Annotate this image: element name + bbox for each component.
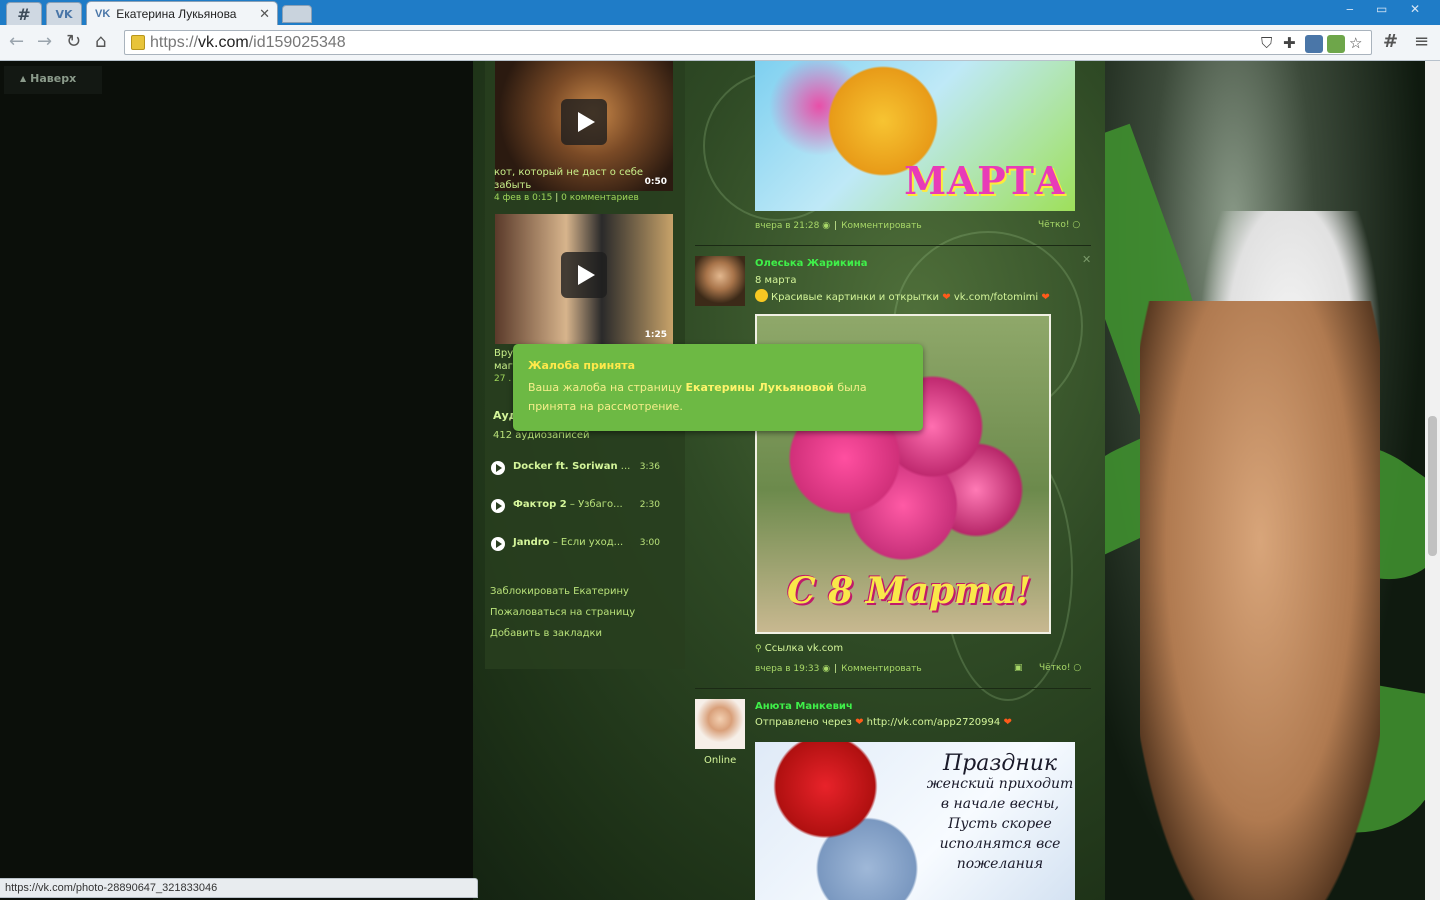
grid-icon[interactable]: # bbox=[1383, 33, 1398, 51]
menu-icon[interactable]: ≡ bbox=[1414, 33, 1429, 51]
post-meta: вчера в 19:33 ◉ | Комментировать bbox=[755, 664, 922, 674]
back-icon[interactable]: ← bbox=[9, 33, 24, 51]
like-icon: ○ bbox=[1072, 220, 1081, 230]
heart-icon: ❤ bbox=[942, 292, 951, 303]
address-bar[interactable]: https://vk.com/id159025348 ⛉ ✚ ☆ bbox=[124, 30, 1372, 55]
post-image-text: Праздник женский приходит в начале весны… bbox=[926, 751, 1074, 873]
track-duration: 2:30 bbox=[639, 500, 660, 510]
play-icon[interactable] bbox=[491, 537, 505, 551]
video-title[interactable]: кот, который не даст о себе забыть bbox=[494, 166, 664, 192]
play-icon[interactable] bbox=[561, 99, 607, 145]
report-page-link[interactable]: Пожаловаться на страницу bbox=[490, 607, 635, 618]
status-bar: https://vk.com/photo-28890647_321833046 bbox=[0, 878, 478, 898]
heart-icon: ❤ bbox=[1003, 717, 1012, 728]
page-viewport: Наверх 0:50 кот, который не даст о себе … bbox=[0, 61, 1440, 900]
audio-track[interactable]: Фактор 2 – Узбаго... 2:30 bbox=[491, 498, 676, 514]
background-artwork-figure bbox=[1140, 301, 1380, 900]
post-divider bbox=[695, 688, 1091, 689]
tab-title: Екатерина Лукьянова bbox=[116, 6, 237, 21]
post-image-text: МАРТА bbox=[904, 158, 1065, 203]
vk-logo-icon: VK bbox=[95, 7, 111, 20]
heart-icon: ❤ bbox=[1041, 292, 1050, 303]
star-icon[interactable]: ☆ bbox=[1349, 34, 1362, 52]
image-extension-icon[interactable] bbox=[1327, 35, 1345, 53]
post-text: Красивые картинки и открытки ❤ vk.com/fo… bbox=[755, 289, 1050, 303]
post-time[interactable]: вчера в 21:28 bbox=[755, 221, 819, 231]
reload-icon[interactable]: ↻ bbox=[66, 33, 81, 51]
active-tab[interactable]: VK Екатерина Лукьянова ✕ bbox=[86, 1, 278, 25]
clock-icon: ◉ bbox=[822, 221, 831, 231]
apps-tab[interactable]: # bbox=[6, 2, 42, 25]
post-divider bbox=[695, 245, 1091, 246]
post-image[interactable]: МАРТА bbox=[755, 61, 1075, 211]
pinned-vk-tab[interactable]: VK bbox=[46, 2, 82, 25]
track-duration: 3:36 bbox=[639, 462, 660, 472]
avatar[interactable] bbox=[695, 256, 745, 306]
tab-strip: # VK VK Екатерина Лукьянова ✕ ‒ ▭ ✕ bbox=[0, 0, 1440, 25]
audio-track[interactable]: Docker ft. Soriwan ... 3:36 bbox=[491, 460, 676, 476]
comment-link[interactable]: Комментировать bbox=[841, 221, 922, 231]
link-icon: ⚲ bbox=[755, 644, 762, 654]
browser-toolbar: ← → ↻ ⌂ https://vk.com/id159025348 ⛉ ✚ ☆… bbox=[0, 25, 1440, 61]
video-meta: 4 фев в 0:15 | 0 комментариев bbox=[494, 193, 639, 203]
new-tab-button[interactable] bbox=[282, 5, 312, 23]
post-link-attachment[interactable]: ⚲ Ссылка vk.com bbox=[755, 643, 843, 654]
lock-icon bbox=[131, 35, 145, 50]
post-image[interactable]: Праздник женский приходит в начале весны… bbox=[755, 742, 1075, 900]
close-tab-icon[interactable]: ✕ bbox=[259, 6, 270, 22]
toast-title: Жалоба принята bbox=[528, 359, 636, 372]
maximize-icon[interactable]: ▭ bbox=[1376, 2, 1387, 16]
close-icon[interactable]: ✕ bbox=[1082, 253, 1091, 266]
minimize-icon[interactable]: ‒ bbox=[1346, 2, 1354, 16]
forward-icon[interactable]: → bbox=[37, 33, 52, 51]
vk-logo-icon: VK bbox=[55, 7, 73, 21]
heart-icon: ❤ bbox=[855, 717, 864, 728]
like-icon: ○ bbox=[1073, 663, 1082, 673]
post-meta: вчера в 21:28 ◉ | Комментировать bbox=[755, 221, 922, 231]
post-time[interactable]: вчера в 19:33 bbox=[755, 664, 819, 674]
online-status: Online bbox=[704, 755, 737, 766]
video-thumbnail[interactable]: 1:25 bbox=[495, 214, 673, 344]
vk-extension-icon[interactable] bbox=[1305, 35, 1323, 53]
url-text: https://vk.com/id159025348 bbox=[150, 34, 346, 51]
audio-track[interactable]: Jandro – Если уход... 3:00 bbox=[491, 536, 676, 552]
close-window-icon[interactable]: ✕ bbox=[1410, 2, 1420, 16]
post-author[interactable]: Олеська Жарикина bbox=[755, 258, 867, 269]
post-text: Отправлено через ❤ http://vk.com/app2720… bbox=[755, 717, 1012, 728]
video-duration: 1:25 bbox=[644, 330, 667, 340]
avatar[interactable] bbox=[695, 699, 745, 749]
audio-count[interactable]: 412 аудиозаписей bbox=[493, 430, 589, 441]
play-icon[interactable] bbox=[491, 499, 505, 513]
like-button[interactable]: Чётко! ○ bbox=[1039, 663, 1081, 673]
home-icon[interactable]: ⌂ bbox=[95, 33, 106, 51]
complaint-toast[interactable]: Жалоба принята Ваша жалоба на страницу Е… bbox=[513, 344, 923, 431]
smile-icon bbox=[755, 289, 768, 302]
post-link[interactable]: vk.com/fotomimi bbox=[954, 292, 1038, 303]
puzzle-icon[interactable]: ✚ bbox=[1283, 34, 1296, 52]
like-button[interactable]: Чётко! ○ bbox=[1038, 220, 1080, 230]
post-text: 8 марта bbox=[755, 275, 797, 286]
shield-icon[interactable]: ⛉ bbox=[1261, 34, 1272, 52]
post-link[interactable]: http://vk.com/app2720994 bbox=[867, 717, 1001, 728]
toast-body: Ваша жалоба на страницу Екатерины Лукьян… bbox=[528, 381, 867, 413]
play-icon[interactable] bbox=[491, 461, 505, 475]
block-user-link[interactable]: Заблокировать Екатерину bbox=[490, 586, 629, 597]
post-author[interactable]: Анюта Манкевич bbox=[755, 701, 853, 712]
page-scrollbar[interactable] bbox=[1425, 61, 1440, 900]
grid-icon: # bbox=[17, 4, 31, 24]
to-top-button[interactable]: Наверх bbox=[4, 66, 102, 94]
comment-link[interactable]: Комментировать bbox=[841, 664, 922, 674]
post-image-text: С 8 Марта! bbox=[787, 570, 1032, 612]
track-duration: 3:00 bbox=[639, 538, 660, 548]
play-icon[interactable] bbox=[561, 252, 607, 298]
video-meta: 27 . bbox=[494, 374, 512, 384]
scrollbar-thumb[interactable] bbox=[1428, 416, 1437, 556]
clock-icon: ◉ bbox=[822, 664, 831, 674]
share-icon[interactable]: ▣ bbox=[1014, 663, 1023, 673]
left-background bbox=[0, 61, 473, 900]
bookmark-link[interactable]: Добавить в закладки bbox=[490, 628, 602, 639]
